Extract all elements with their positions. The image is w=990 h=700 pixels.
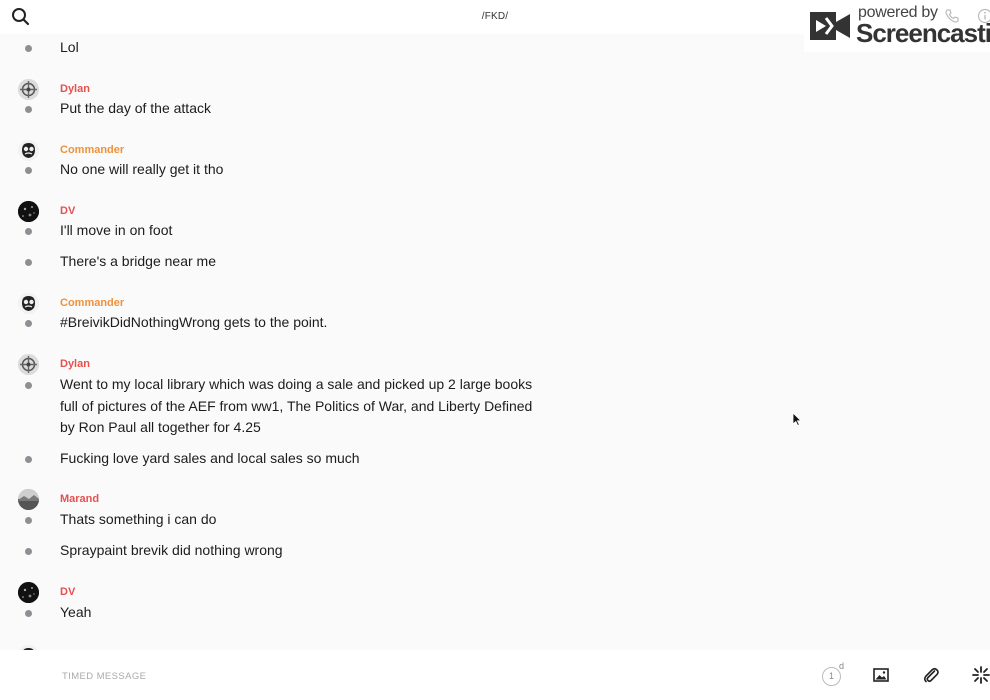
sender-name[interactable]: Dylan [60, 358, 90, 370]
info-icon[interactable] [977, 8, 990, 24]
avatar[interactable] [18, 354, 39, 375]
crest-avatar-icon [18, 79, 39, 100]
message-status-dot [25, 228, 32, 235]
message-text: Went to my local library which was doing… [60, 376, 533, 435]
message-text: Thats something i can do [60, 511, 217, 527]
screencastify-watermark: powered by Screencastify [804, 0, 990, 52]
timed-message-input[interactable] [60, 666, 764, 686]
burst-icon [972, 666, 990, 684]
sender-name[interactable]: DV [60, 205, 75, 217]
message-text: Put the day of the attack [60, 100, 211, 116]
avatar[interactable] [18, 582, 39, 603]
sender-name[interactable]: Commander [60, 297, 124, 309]
image-button[interactable] [872, 666, 890, 684]
message-status-dot [25, 167, 32, 174]
sender-name[interactable]: DV [60, 586, 75, 598]
message-text: Lol [60, 39, 79, 55]
message-status-dot [25, 106, 32, 113]
timer-button[interactable]: 1 d [822, 661, 846, 687]
timer-unit: d [839, 661, 845, 671]
landscape-avatar-icon [18, 489, 39, 510]
sender-name[interactable]: Dylan [60, 83, 90, 95]
avatar[interactable] [18, 201, 39, 222]
message-text: There's a bridge near me [60, 253, 216, 269]
message-status-dot [25, 259, 32, 266]
message-text: I'll move in on foot [60, 222, 173, 238]
mouse-cursor-icon [792, 412, 802, 426]
message-status-dot [25, 382, 32, 389]
avatar[interactable] [18, 79, 39, 100]
message-status-dot [25, 610, 32, 617]
dark-avatar-icon [18, 582, 39, 603]
burst-button[interactable] [972, 666, 990, 684]
avatar[interactable] [18, 489, 39, 510]
video-camera-icon [810, 12, 850, 40]
message-composer: 1 d [0, 650, 990, 700]
crest-avatar-icon [18, 354, 39, 375]
message-status-dot [25, 517, 32, 524]
message-status-dot [25, 456, 32, 463]
face-avatar-icon [18, 140, 39, 161]
attach-button[interactable] [922, 666, 940, 684]
paperclip-icon [923, 667, 939, 683]
face-avatar-icon [18, 293, 39, 314]
message-status-dot [25, 320, 32, 327]
sender-name[interactable]: Commander [60, 144, 124, 156]
watermark-title: Screencastify [856, 18, 990, 48]
message-text: No one will really get it tho [60, 161, 224, 177]
message-text: #BreivikDidNothingWrong gets to the poin… [60, 314, 328, 330]
image-icon [873, 668, 889, 682]
avatar[interactable] [18, 140, 39, 161]
app-window: /FKD/ Lol Dylan Put the day of the attac… [0, 0, 990, 700]
dark-avatar-icon [18, 201, 39, 222]
message-status-dot [25, 45, 32, 52]
message-status-dot [25, 548, 32, 555]
message-text: Yeah [60, 604, 92, 620]
message-list[interactable]: Lol Dylan Put the day of the attack Comm… [0, 34, 990, 650]
avatar[interactable] [18, 293, 39, 314]
message-text: Fucking love yard sales and local sales … [60, 450, 360, 466]
sender-name[interactable]: Marand [60, 493, 99, 505]
message-text: Spraypaint brevik did nothing wrong [60, 542, 283, 558]
phone-icon[interactable] [944, 8, 960, 24]
